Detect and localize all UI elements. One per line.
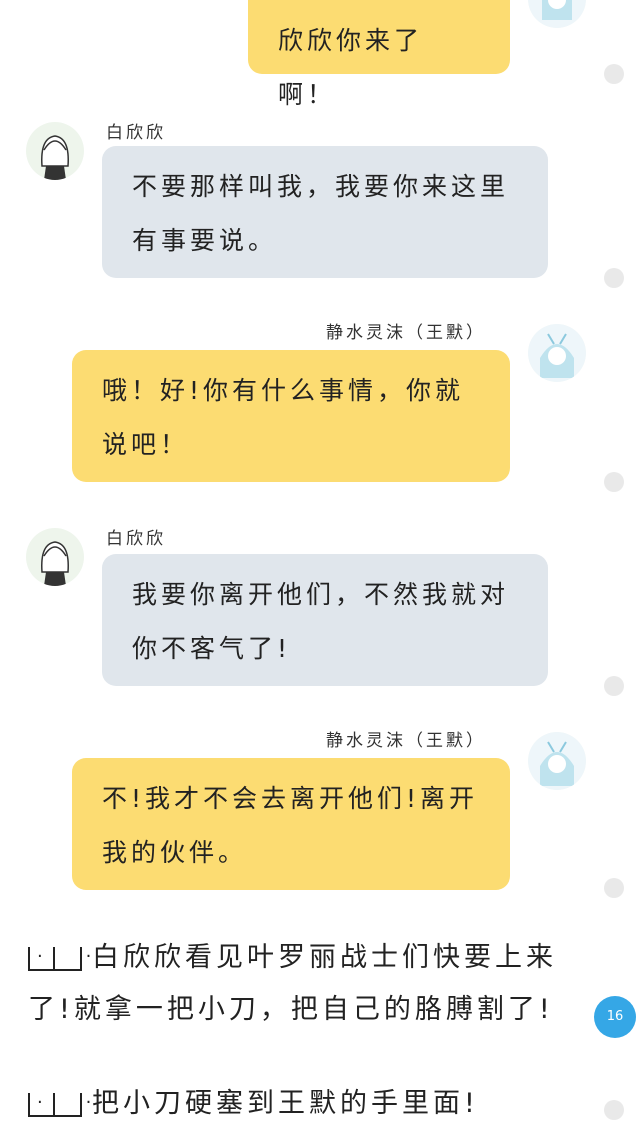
avatar-wangmo (528, 732, 586, 790)
speaker-name: 静水灵沫（王默） (326, 731, 486, 751)
avatar-baixinxin (26, 528, 84, 586)
avatar-baixinxin (26, 122, 84, 180)
message-bubble: 哦！好!你有什么事情，你就说吧！ (72, 350, 510, 482)
page-number-badge[interactable]: 16 (594, 996, 636, 1038)
dot-indicator (604, 676, 624, 696)
section-marker-icon (28, 1077, 95, 1129)
narration-text: 白欣欣看见叶罗丽战士们快要上来了!就拿一把小刀，把自己的胳膊割了! (28, 931, 568, 1036)
message-bubble: 不!我才不会去离开他们!离开我的伙伴。 (72, 758, 510, 890)
speaker-name: 白欣欣 (106, 123, 166, 143)
avatar-wangmo (528, 324, 586, 382)
message-bubble: 不要那样叫我，我要你来这里有事要说。 (102, 146, 548, 278)
speaker-name: 白欣欣 (106, 529, 166, 549)
dot-indicator (604, 878, 624, 898)
dot-indicator (604, 1100, 624, 1120)
message-bubble: 欣欣你来了啊！ (248, 0, 510, 109)
avatar-wangmo (528, 0, 586, 28)
message-bubble: 我要你离开他们，不然我就对你不客气了! (102, 554, 548, 686)
speaker-name: 静水灵沫（王默） (326, 323, 486, 343)
dot-indicator (604, 64, 624, 84)
section-marker-icon (28, 931, 95, 983)
dot-indicator (604, 268, 624, 288)
dot-indicator (604, 472, 624, 492)
narration-text: 把小刀硬塞到王默的手里面! (28, 1077, 568, 1130)
